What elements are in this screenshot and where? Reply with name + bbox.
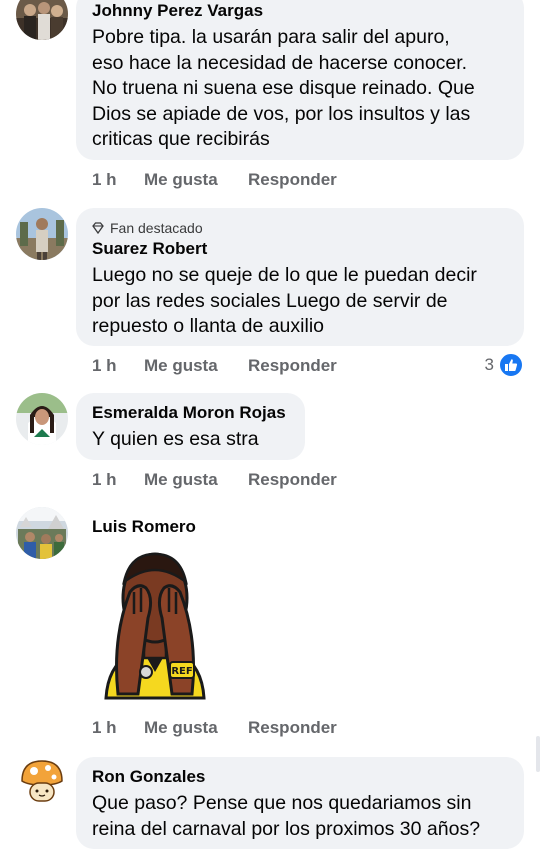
like-button[interactable]: Me gusta: [144, 470, 248, 490]
comment-line: Pobre tipa. la usarán para salir del apu…: [92, 26, 450, 48]
comment-bubble: Esmeralda Moron Rojas Y quien es esa str…: [76, 393, 305, 460]
comment-line: repuesto o llanta de auxilio: [92, 315, 324, 337]
comment-time[interactable]: 1 h: [92, 170, 144, 190]
like-button[interactable]: Me gusta: [144, 356, 248, 376]
comment-line: por las redes sociales Luego de servir d…: [92, 289, 448, 312]
comment-line: reina del carnaval por los proximos 30 a…: [92, 817, 481, 840]
facepalm-sticker: REF: [104, 552, 206, 700]
avatar-suarez[interactable]: [16, 208, 68, 260]
comment-line: No truena ni suena ese disque reinado. Q…: [92, 77, 475, 99]
comment-author[interactable]: Ron Gonzales: [92, 766, 508, 788]
avatar-esmeralda[interactable]: [16, 393, 68, 445]
avatar-luis[interactable]: [16, 507, 68, 559]
comment-text: Luego no se queje de lo que le puedan de…: [92, 263, 508, 340]
like-thumb-icon: [498, 352, 524, 378]
comment-author[interactable]: Johnny Perez Vargas: [92, 0, 508, 22]
badge-label: Fan destacado: [110, 220, 203, 236]
scrollbar[interactable]: [536, 736, 540, 772]
reaction-summary[interactable]: 3: [485, 352, 524, 378]
comment-author[interactable]: Suarez Robert: [92, 238, 508, 260]
sticker-label: REF: [171, 666, 192, 677]
comment-actions: 1 h Me gusta Responder: [92, 170, 337, 190]
comment-actions: 1 h Me gusta Responder: [92, 718, 337, 738]
reply-button[interactable]: Responder: [248, 170, 337, 190]
comment-line: Que paso? Pense que nos quedariamos sin: [92, 792, 472, 814]
comment-time[interactable]: 1 h: [92, 470, 144, 490]
comment-line: Dios se apiade de vos, por los insultos …: [92, 102, 471, 125]
comment-bubble: Johnny Perez Vargas Pobre tipa. la usará…: [76, 0, 524, 160]
comment-bubble: Ron Gonzales Que paso? Pense que nos que…: [76, 757, 524, 849]
fan-badge: Fan destacado: [92, 219, 508, 237]
comment-bubble: Fan destacado Suarez Robert Luego no se …: [76, 208, 524, 346]
comment-time[interactable]: 1 h: [92, 718, 144, 738]
like-button[interactable]: Me gusta: [144, 718, 248, 738]
comment-line: criticas que recibirás: [92, 128, 270, 150]
reply-button[interactable]: Responder: [248, 718, 337, 738]
comment-line: Luego no se queje de lo que le puedan de…: [92, 264, 477, 286]
reaction-count: 3: [484, 355, 494, 374]
comment-line: eso hace la necesidad de hacerse conocer…: [92, 51, 468, 74]
comment-time[interactable]: 1 h: [92, 356, 144, 376]
comment-actions: 1 h Me gusta Responder: [92, 356, 337, 376]
comment-line: Y quien es esa stra: [92, 428, 259, 450]
comment-author[interactable]: Esmeralda Moron Rojas: [92, 402, 289, 424]
comment-author[interactable]: Luis Romero: [92, 516, 196, 538]
like-button[interactable]: Me gusta: [144, 170, 248, 190]
avatar-ron[interactable]: [16, 755, 68, 807]
reply-button[interactable]: Responder: [248, 470, 337, 490]
comment-text: Pobre tipa. la usarán para salir del apu…: [92, 25, 508, 153]
diamond-icon: [92, 222, 104, 234]
comment-actions: 1 h Me gusta Responder: [92, 470, 337, 490]
avatar-johnny[interactable]: [16, 0, 68, 40]
reply-button[interactable]: Responder: [248, 356, 337, 376]
comment-text: Y quien es esa stra: [92, 427, 289, 453]
comment-text: Que paso? Pense que nos quedariamos sin …: [92, 791, 508, 842]
